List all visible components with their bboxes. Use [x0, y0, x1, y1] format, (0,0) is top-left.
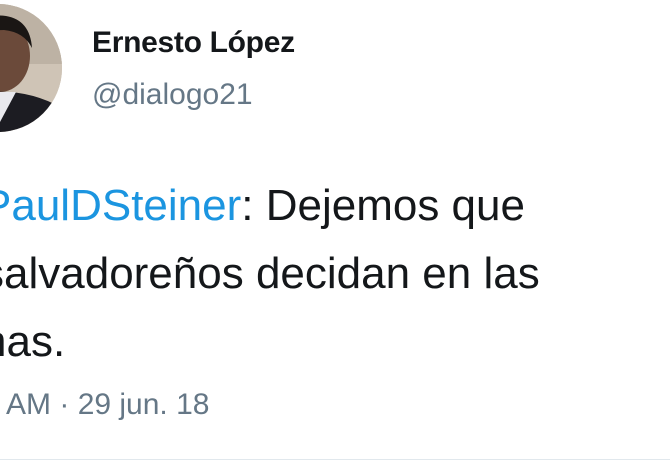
tweet-line-3: nas. [0, 317, 66, 366]
mention-link[interactable]: PaulDSteiner [0, 181, 241, 230]
author-avatar[interactable] [0, 4, 62, 132]
tweet-card: Ernesto López @dialogo21 PaulDSteiner: D… [0, 0, 670, 470]
author-handle[interactable]: @dialogo21 [92, 78, 253, 112]
tweet-date: 29 jun. 18 [77, 388, 210, 421]
tweet-line-1-text: : Dejemos que [241, 181, 525, 230]
tweet-time: AM [6, 388, 51, 421]
author-display-name[interactable]: Ernesto López [92, 26, 295, 60]
tweet-line-1: PaulDSteiner: Dejemos que [0, 172, 670, 240]
divider [0, 459, 670, 460]
profile-photo-icon [0, 4, 62, 132]
tweet-text: PaulDSteiner: Dejemos que salvadoreños d… [0, 172, 670, 376]
meta-separator: · [59, 388, 70, 421]
tweet-timestamp[interactable]: AM · 29 jun. 18 [6, 388, 209, 422]
tweet-line-2: salvadoreños decidan en las [0, 249, 540, 298]
